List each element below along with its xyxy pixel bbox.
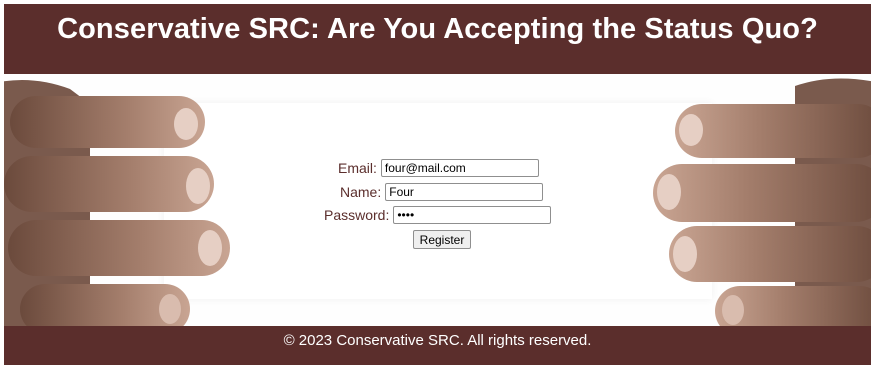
password-row: Password: [324, 206, 552, 224]
email-row: Email: [338, 159, 539, 177]
footer-bar: © 2023 Conservative SRC. All rights rese… [4, 326, 871, 365]
password-label: Password: [324, 207, 390, 223]
hand-left-image [4, 80, 230, 343]
email-field[interactable] [380, 159, 539, 177]
name-label: Name: [340, 184, 382, 200]
registration-form: Email: Name: Password: Register [322, 156, 562, 256]
page-frame: Conservative SRC: Are You Accepting the … [4, 4, 871, 365]
footer-copyright: © 2023 Conservative SRC. All rights rese… [283, 332, 592, 349]
name-field[interactable] [385, 183, 544, 201]
password-field[interactable] [393, 206, 552, 224]
header-bar: Conservative SRC: Are You Accepting the … [4, 4, 871, 74]
register-button[interactable]: Register [413, 230, 471, 249]
email-label: Email: [338, 160, 377, 176]
name-row: Name: [340, 183, 544, 201]
page-title: Conservative SRC: Are You Accepting the … [57, 13, 818, 45]
hand-right-image [653, 78, 871, 343]
